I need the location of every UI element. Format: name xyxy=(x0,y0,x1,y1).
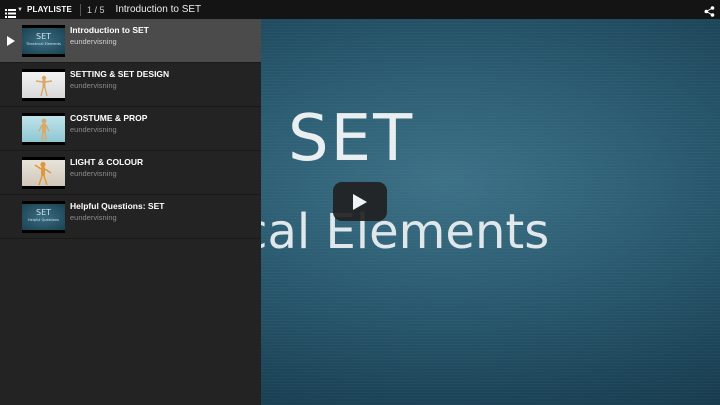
item-channel: eundervisning xyxy=(70,213,117,222)
video-thumbnail xyxy=(22,113,65,145)
item-title: Introduction to SET xyxy=(70,25,149,35)
video-thumbnail: SET Theatrical Elements xyxy=(22,25,65,57)
playlist-item-3[interactable]: COSTUME & PROP eundervisning xyxy=(0,107,261,151)
top-bar: ▼ PLAYLISTE 1 / 5 Introduction to SET xyxy=(0,0,720,19)
item-title: COSTUME & PROP xyxy=(70,113,148,123)
list-icon xyxy=(5,5,16,18)
video-thumbnail xyxy=(22,157,65,189)
item-channel: eundervisning xyxy=(70,81,117,90)
item-channel: eundervisning xyxy=(70,125,117,134)
figure-image xyxy=(34,161,52,186)
divider xyxy=(80,3,82,16)
playlist-item-2[interactable]: SETTING & SET DESIGN eundervisning xyxy=(0,63,261,107)
video-thumbnail: SET Helpful Questions xyxy=(22,201,65,233)
figure-image xyxy=(38,118,50,142)
figure-image xyxy=(35,75,53,97)
playlist-item-4[interactable]: LIGHT & COLOUR eundervisning xyxy=(0,151,261,195)
thumbnail-title-text: SET xyxy=(35,32,52,41)
thumbnail-title-text: SET xyxy=(35,208,52,217)
now-playing-icon xyxy=(7,36,15,46)
playlist-panel: SET Theatrical Elements Introduction to … xyxy=(0,19,261,405)
video-title-text: SET xyxy=(288,102,415,176)
playlist-item-5[interactable]: SET Helpful Questions Helpful Questions:… xyxy=(0,195,261,239)
item-channel: eundervisning xyxy=(70,169,117,178)
item-title: LIGHT & COLOUR xyxy=(70,157,144,167)
thumbnail-subtitle-text: Theatrical Elements xyxy=(26,42,61,46)
video-thumbnail xyxy=(22,69,65,101)
thumbnail-subtitle-text: Helpful Questions xyxy=(28,218,59,222)
playlist-toggle-button[interactable]: ▼ PLAYLISTE xyxy=(0,0,72,19)
item-title: Helpful Questions: SET xyxy=(70,201,165,211)
caret-down-icon: ▼ xyxy=(17,6,23,13)
playlist-item-1[interactable]: SET Theatrical Elements Introduction to … xyxy=(0,19,261,63)
share-icon[interactable] xyxy=(704,4,715,17)
play-button[interactable] xyxy=(333,182,387,221)
item-channel: eundervisning xyxy=(70,37,117,46)
current-video-title[interactable]: Introduction to SET xyxy=(116,4,202,15)
item-title: SETTING & SET DESIGN xyxy=(70,69,170,79)
play-icon xyxy=(353,194,367,210)
playlist-counter: 1 / 5 xyxy=(87,4,105,15)
playlist-label: PLAYLISTE xyxy=(26,5,73,14)
